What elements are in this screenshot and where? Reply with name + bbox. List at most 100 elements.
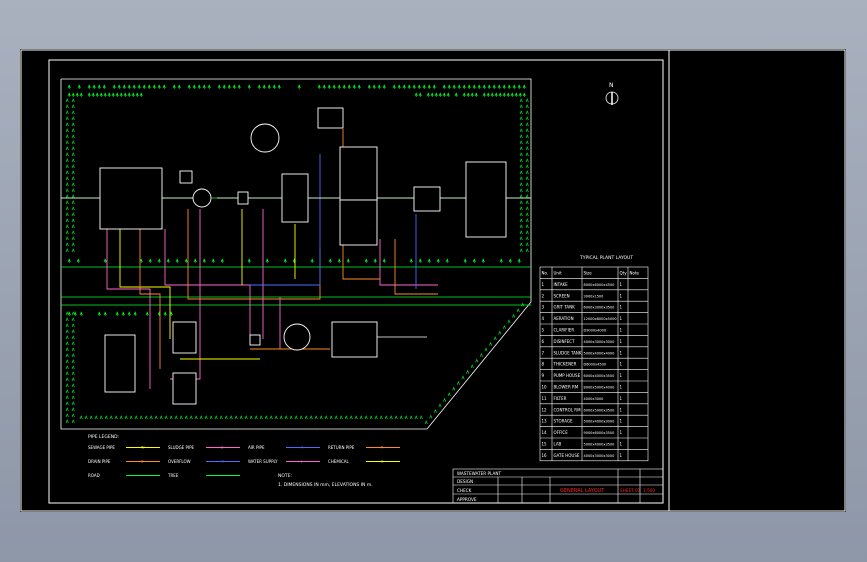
tree-mark — [520, 123, 522, 126]
tree-mark — [135, 416, 137, 419]
tree-mark — [110, 416, 112, 419]
tree-mark — [518, 85, 520, 89]
tree-mark — [520, 165, 522, 168]
legend-label: OVERFLOW — [168, 459, 191, 464]
building-clarifier-b — [340, 200, 377, 245]
schedule-cell: 7 — [542, 350, 545, 355]
tree-mark — [72, 384, 74, 387]
tree-mark — [77, 259, 79, 263]
tree-mark — [90, 416, 92, 419]
legend-label: SLUDGE PIPE — [168, 445, 194, 450]
tree-mark — [123, 85, 125, 89]
building-aeration — [282, 174, 308, 222]
tree-mark — [526, 165, 528, 168]
schedule-cell: 1 — [620, 419, 623, 424]
tree-mark — [278, 85, 280, 89]
cad-viewport[interactable]: N TYPICAL PLANT LAYOUT No. Unit Size Qty Not… — [20, 49, 846, 512]
tree-mark — [194, 259, 196, 263]
tree-mark — [66, 201, 68, 204]
tree-mark — [415, 416, 417, 419]
tree-mark — [116, 312, 118, 316]
schedule-cell: 4000x3000 — [584, 397, 604, 401]
schedule-cell: 2 — [542, 293, 545, 298]
north-arrow: N — [606, 82, 618, 105]
tree-mark — [503, 93, 505, 97]
schedule-cell: 12000x8000x5000 — [584, 317, 617, 321]
tank-round-c — [284, 324, 310, 350]
tree-mark — [72, 402, 74, 405]
tree-mark — [96, 93, 98, 97]
tree-mark — [360, 416, 362, 419]
tree-mark — [104, 312, 106, 316]
tree-mark — [66, 408, 68, 411]
schedule-cell: 1 — [620, 282, 623, 287]
tree-mark — [72, 213, 74, 216]
tree-mark — [446, 259, 448, 263]
tree-mark — [295, 416, 297, 419]
tree-mark — [383, 259, 385, 263]
tree-mark — [188, 85, 190, 89]
tree-mark — [499, 331, 501, 334]
tree-mark — [235, 416, 237, 419]
tree-mark — [203, 85, 205, 89]
tree-mark — [66, 243, 68, 246]
tree-mark — [503, 326, 505, 329]
tree-mark — [66, 213, 68, 216]
tree-mark — [448, 85, 450, 89]
schedule-cell: 6000x4000x3500 — [584, 374, 615, 378]
tree-mark — [343, 85, 345, 89]
tree-mark — [520, 231, 522, 234]
tree-mark — [284, 259, 286, 263]
schedule-cell: LAB — [554, 442, 562, 447]
tree-mark — [447, 93, 449, 97]
tree-mark — [468, 85, 470, 89]
tree-mark — [523, 85, 525, 89]
schedule-header-cell: Size — [584, 271, 593, 276]
tree-mark — [410, 416, 412, 419]
tree-mark — [155, 416, 157, 419]
tree-mark — [311, 259, 313, 263]
tree-mark — [140, 416, 142, 419]
tree-mark — [467, 93, 469, 97]
schedule-cell: 6000x5000x3500 — [584, 408, 615, 412]
tree-mark — [398, 85, 400, 89]
tree-mark — [483, 85, 485, 89]
tree-mark — [66, 342, 68, 345]
schedule-cell: 1 — [620, 373, 623, 378]
tree-mark — [318, 85, 320, 89]
tree-mark — [520, 111, 522, 114]
tree-mark — [511, 93, 513, 97]
tree-mark — [72, 141, 74, 144]
legend-label: AIR PIPE — [248, 445, 265, 450]
schedule-cell: 12 — [542, 407, 548, 412]
tree-mark — [170, 416, 172, 419]
tree-mark — [190, 416, 192, 419]
legend-label: CHEMICAL — [328, 459, 349, 464]
tree-mark — [66, 249, 68, 252]
legend-label: SEWAGE PIPE — [88, 445, 115, 450]
tree-mark — [128, 85, 130, 89]
tree-mark — [443, 93, 445, 97]
tree-mark — [136, 93, 138, 97]
legend-label: TREE — [167, 473, 179, 478]
tree-mark — [72, 201, 74, 204]
tree-mark — [104, 259, 106, 263]
tree-mark — [66, 378, 68, 381]
tree-mark — [520, 147, 522, 150]
tree-mark — [66, 195, 68, 198]
tree-mark — [66, 135, 68, 138]
tree-mark — [315, 416, 317, 419]
tree-mark — [520, 243, 522, 246]
tree-mark — [448, 393, 450, 396]
tree-mark — [125, 416, 127, 419]
schedule-header-cell: Unit — [554, 271, 563, 276]
tree-mark — [72, 105, 74, 108]
tree-mark — [122, 312, 124, 316]
tree-mark — [66, 396, 68, 399]
tree-mark — [290, 416, 292, 419]
tree-mark — [273, 85, 275, 89]
note-text: 1. DIMENSIONS IN mm, ELEVATIONS IN m. — [278, 482, 373, 488]
tree-mark — [66, 354, 68, 357]
tree-mark — [133, 85, 135, 89]
tree-mark — [385, 416, 387, 419]
